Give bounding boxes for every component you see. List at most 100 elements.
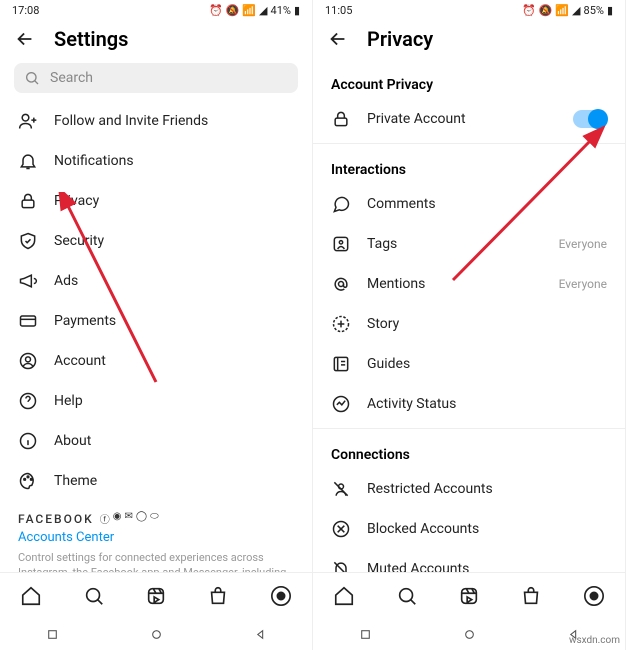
divider bbox=[313, 143, 625, 144]
home-icon[interactable] bbox=[20, 585, 42, 607]
header: Settings bbox=[0, 19, 312, 63]
shop-icon[interactable] bbox=[207, 585, 229, 607]
search-placeholder: Search bbox=[50, 70, 93, 86]
profile-icon[interactable] bbox=[583, 585, 605, 607]
private-account-toggle[interactable] bbox=[573, 110, 607, 128]
home-key[interactable] bbox=[149, 627, 163, 641]
row-guides[interactable]: Guides bbox=[313, 344, 625, 384]
signal-icon: ◢ bbox=[259, 4, 267, 17]
user-circle-icon bbox=[18, 351, 38, 371]
card-icon bbox=[18, 311, 38, 331]
palette-icon bbox=[18, 471, 38, 491]
header: Privacy bbox=[313, 19, 625, 63]
signal-icon: ◢ bbox=[572, 4, 580, 17]
settings-list: Follow and Invite Friends Notifications … bbox=[0, 101, 312, 572]
battery-percent: 85% bbox=[584, 4, 604, 17]
row-mentions[interactable]: Mentions Everyone bbox=[313, 264, 625, 304]
battery-icon: ▮ bbox=[607, 4, 613, 17]
section-account-privacy: Account Privacy bbox=[313, 63, 625, 99]
row-label: Follow and Invite Friends bbox=[54, 113, 294, 129]
row-label: About bbox=[54, 433, 294, 449]
row-story[interactable]: Story bbox=[313, 304, 625, 344]
section-interactions: Interactions bbox=[313, 148, 625, 184]
restricted-icon bbox=[331, 479, 351, 499]
row-value: Everyone bbox=[559, 277, 607, 291]
user-plus-icon bbox=[18, 111, 38, 131]
row-privacy[interactable]: Privacy bbox=[0, 181, 312, 221]
row-theme[interactable]: Theme bbox=[0, 461, 312, 501]
plus-circle-icon bbox=[331, 314, 351, 334]
row-activity-status[interactable]: Activity Status bbox=[313, 384, 625, 424]
alarm-icon: ⏰ bbox=[522, 4, 536, 17]
row-label: Notifications bbox=[54, 153, 294, 169]
row-help[interactable]: Help bbox=[0, 381, 312, 421]
shop-icon[interactable] bbox=[520, 585, 542, 607]
back-icon[interactable] bbox=[327, 28, 349, 50]
row-blocked[interactable]: Blocked Accounts bbox=[313, 509, 625, 549]
status-right: ⏰ 🔕 📶 ◢ 41% ▮ bbox=[209, 4, 300, 17]
status-bar: 11:05 ⏰ 🔕 📶 ◢ 85% ▮ bbox=[313, 0, 625, 19]
back-icon[interactable] bbox=[14, 28, 36, 50]
wifi-icon: 📶 bbox=[555, 4, 569, 17]
battery-percent: 41% bbox=[271, 4, 291, 17]
row-label: Guides bbox=[367, 356, 607, 372]
row-notifications[interactable]: Notifications bbox=[0, 141, 312, 181]
megaphone-icon bbox=[18, 271, 38, 291]
muted-icon bbox=[331, 559, 351, 572]
status-bar: 17:08 ⏰ 🔕 📶 ◢ 41% ▮ bbox=[0, 0, 312, 19]
status-right: ⏰ 🔕 📶 ◢ 85% ▮ bbox=[522, 4, 613, 17]
home-key[interactable] bbox=[462, 627, 476, 641]
row-label: Muted Accounts bbox=[367, 561, 607, 572]
row-restricted[interactable]: Restricted Accounts bbox=[313, 469, 625, 509]
row-muted[interactable]: Muted Accounts bbox=[313, 549, 625, 572]
row-label: Comments bbox=[367, 196, 607, 212]
search-icon[interactable] bbox=[396, 585, 418, 607]
home-icon[interactable] bbox=[333, 585, 355, 607]
reels-icon[interactable] bbox=[458, 585, 480, 607]
settings-screen: 17:08 ⏰ 🔕 📶 ◢ 41% ▮ Settings Search Foll… bbox=[0, 0, 313, 650]
recent-apps-key[interactable] bbox=[358, 627, 372, 641]
row-tags[interactable]: Tags Everyone bbox=[313, 224, 625, 264]
wifi-icon: 📶 bbox=[242, 4, 256, 17]
row-label: Restricted Accounts bbox=[367, 481, 607, 497]
recent-apps-key[interactable] bbox=[45, 627, 59, 641]
privacy-list: Account Privacy Private Account Interact… bbox=[313, 63, 625, 572]
back-key[interactable] bbox=[253, 627, 267, 641]
divider bbox=[313, 428, 625, 429]
bell-icon bbox=[18, 151, 38, 171]
row-label: Private Account bbox=[367, 111, 557, 127]
search-input[interactable]: Search bbox=[14, 63, 298, 93]
battery-icon: ▮ bbox=[294, 4, 300, 17]
row-label: Privacy bbox=[54, 193, 294, 209]
mute-icon: 🔕 bbox=[539, 4, 553, 17]
tag-icon bbox=[331, 234, 351, 254]
row-label: Mentions bbox=[367, 276, 543, 292]
facebook-brand: FACEBOOK ⓕ◉✉◯⬭ bbox=[0, 501, 312, 528]
brand-mini-icons: ⓕ◉✉◯⬭ bbox=[100, 511, 159, 526]
alarm-icon: ⏰ bbox=[209, 4, 223, 17]
section-connections: Connections bbox=[313, 433, 625, 469]
row-label: Payments bbox=[54, 313, 294, 329]
row-comments[interactable]: Comments bbox=[313, 184, 625, 224]
bottom-nav bbox=[313, 572, 625, 618]
page-title: Settings bbox=[54, 27, 128, 51]
shield-icon bbox=[18, 231, 38, 251]
row-account[interactable]: Account bbox=[0, 341, 312, 381]
accounts-center-link[interactable]: Accounts Center bbox=[0, 528, 312, 551]
row-about[interactable]: About bbox=[0, 421, 312, 461]
row-ads[interactable]: Ads bbox=[0, 261, 312, 301]
row-payments[interactable]: Payments bbox=[0, 301, 312, 341]
row-follow-invite[interactable]: Follow and Invite Friends bbox=[0, 101, 312, 141]
reels-icon[interactable] bbox=[145, 585, 167, 607]
search-icon bbox=[24, 70, 40, 86]
row-label: Security bbox=[54, 233, 294, 249]
row-private-account[interactable]: Private Account bbox=[313, 99, 625, 139]
mute-icon: 🔕 bbox=[226, 4, 240, 17]
search-icon[interactable] bbox=[83, 585, 105, 607]
profile-icon[interactable] bbox=[270, 585, 292, 607]
lock-icon bbox=[331, 109, 351, 129]
row-security[interactable]: Security bbox=[0, 221, 312, 261]
page-title: Privacy bbox=[367, 27, 433, 51]
row-label: Ads bbox=[54, 273, 294, 289]
comment-icon bbox=[331, 194, 351, 214]
